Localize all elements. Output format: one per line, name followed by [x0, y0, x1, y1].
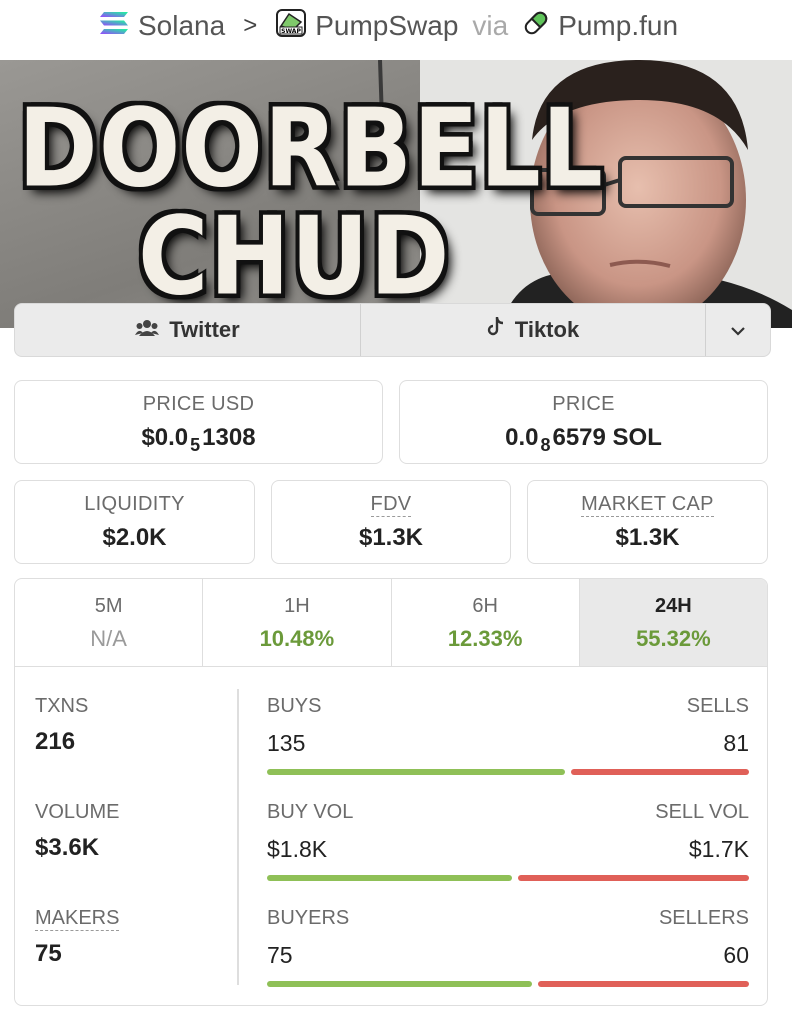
breadcrumb: Solana > SWAP PumpSwap via Pump.fun [0, 0, 792, 52]
makers-value: 75 [35, 940, 62, 967]
dex-link[interactable]: PumpSwap [315, 10, 458, 42]
chevron-down-icon [729, 317, 747, 343]
tab-6h[interactable]: 6H 12.33% [392, 579, 580, 666]
price-native-label: PRICE [552, 393, 615, 415]
svg-text:SWAP: SWAP [281, 28, 301, 35]
makers-stat: MAKERS 75 [35, 907, 120, 968]
buy-bar-segment [267, 769, 565, 775]
pumpswap-logo-icon: SWAP [275, 8, 307, 45]
chain-link[interactable]: Solana [138, 10, 225, 42]
via-text: via [472, 10, 509, 41]
sell-bar-segment [571, 769, 749, 775]
fdv-value: $1.3K [358, 524, 424, 551]
tab-label: 5M [94, 595, 123, 617]
txns-stat: TXNS 216 [35, 695, 88, 756]
token-banner: DOORBELL CHUD [0, 60, 792, 328]
buys-label: BUYS [267, 695, 322, 717]
twitter-label: Twitter [169, 317, 240, 342]
sells-value: 81 [723, 730, 749, 756]
tab-change: 10.48% [259, 626, 335, 651]
chevron-right-icon: > [243, 12, 258, 39]
txns-label: TXNS [35, 695, 89, 717]
sell-vol-value: $1.7K [688, 836, 749, 862]
buys-value: 135 [267, 730, 306, 756]
buy-bar-segment [267, 981, 532, 987]
banner-title-line2: CHUD [138, 194, 451, 320]
tab-1h[interactable]: 1H 10.48% [203, 579, 392, 666]
price-usd-card: PRICE USD $0.0 51308 [14, 380, 383, 464]
price-native-card: PRICE 0.0 86579 SOL [399, 380, 768, 464]
buyers-label: BUYERS [267, 907, 350, 929]
sellers-value: 60 [723, 942, 749, 968]
sell-bar-segment [538, 981, 749, 987]
more-links-button[interactable] [706, 304, 770, 356]
stats-panel: 5M N/A 1H 10.48% 6H 12.33% 24H 55.32% TX… [14, 578, 768, 1006]
divider [237, 689, 239, 985]
buys-sells-bar [267, 769, 749, 775]
tab-label: 6H [472, 595, 498, 617]
liquidity-value: $2.0K [102, 524, 167, 551]
sell-bar-segment [518, 875, 749, 881]
twitter-button[interactable]: Twitter [15, 304, 361, 356]
liquidity-label: LIQUIDITY [84, 493, 185, 515]
volume-value: $3.6K [35, 834, 100, 861]
makers-label[interactable]: MAKERS [35, 907, 120, 931]
buy-sell-volume-bar [267, 875, 749, 881]
buyers-sellers-bar [267, 981, 749, 987]
buy-sell-volume-row: BUY VOL SELL VOL $1.8K $1.7K [267, 801, 749, 881]
price-native-value: 0.0 86579 SOL [505, 424, 662, 455]
tab-change: 55.32% [636, 626, 711, 651]
timeframe-tabs: 5M N/A 1H 10.48% 6H 12.33% 24H 55.32% [15, 579, 767, 667]
sell-vol-label: SELL VOL [655, 801, 749, 823]
buy-bar-segment [267, 875, 512, 881]
launchpad-link[interactable]: Pump.fun [558, 10, 678, 42]
tab-24h[interactable]: 24H 55.32% [579, 579, 767, 666]
volume-label: VOLUME [35, 801, 120, 823]
social-links-bar: Twitter Tiktok [14, 303, 771, 357]
tab-change: 12.33% [447, 626, 523, 651]
buy-vol-label: BUY VOL [267, 801, 354, 823]
buys-sells-row: BUYS SELLS 135 81 [267, 695, 749, 775]
sellers-label: SELLERS [658, 907, 749, 929]
buyers-value: 75 [267, 942, 293, 968]
price-usd-value: $0.0 51308 [141, 424, 256, 455]
volume-stat: VOLUME $3.6K [35, 801, 119, 862]
buy-vol-value: $1.8K [267, 836, 328, 862]
solana-logo-icon [98, 10, 130, 43]
banner-title-line1: DOORBELL [18, 86, 604, 212]
trade-metrics: TXNS 216 VOLUME $3.6K MAKERS 75 BUYS SELL… [15, 667, 767, 1005]
users-icon [135, 317, 160, 343]
market-cap-label[interactable]: MARKET CAP [581, 493, 714, 517]
market-cap-card: MARKET CAP $1.3K [527, 480, 768, 564]
fdv-label[interactable]: FDV [370, 493, 412, 517]
tiktok-button[interactable]: Tiktok [361, 304, 706, 356]
fdv-card: FDV $1.3K [271, 480, 511, 564]
tiktok-icon [487, 316, 505, 344]
sells-label: SELLS [686, 695, 749, 717]
tab-label: 24H [655, 595, 692, 617]
tab-change: N/A [90, 626, 127, 651]
tiktok-label: Tiktok [514, 317, 580, 342]
tab-label: 1H [284, 595, 310, 617]
price-usd-label: PRICE USD [142, 393, 255, 415]
buyers-sellers-row: BUYERS SELLERS 75 60 [267, 907, 749, 987]
market-cap-value: $1.3K [615, 524, 680, 551]
txns-value: 216 [35, 728, 76, 755]
pill-icon [522, 9, 550, 44]
tab-5m[interactable]: 5M N/A [15, 579, 204, 666]
liquidity-card: LIQUIDITY $2.0K [14, 480, 255, 564]
